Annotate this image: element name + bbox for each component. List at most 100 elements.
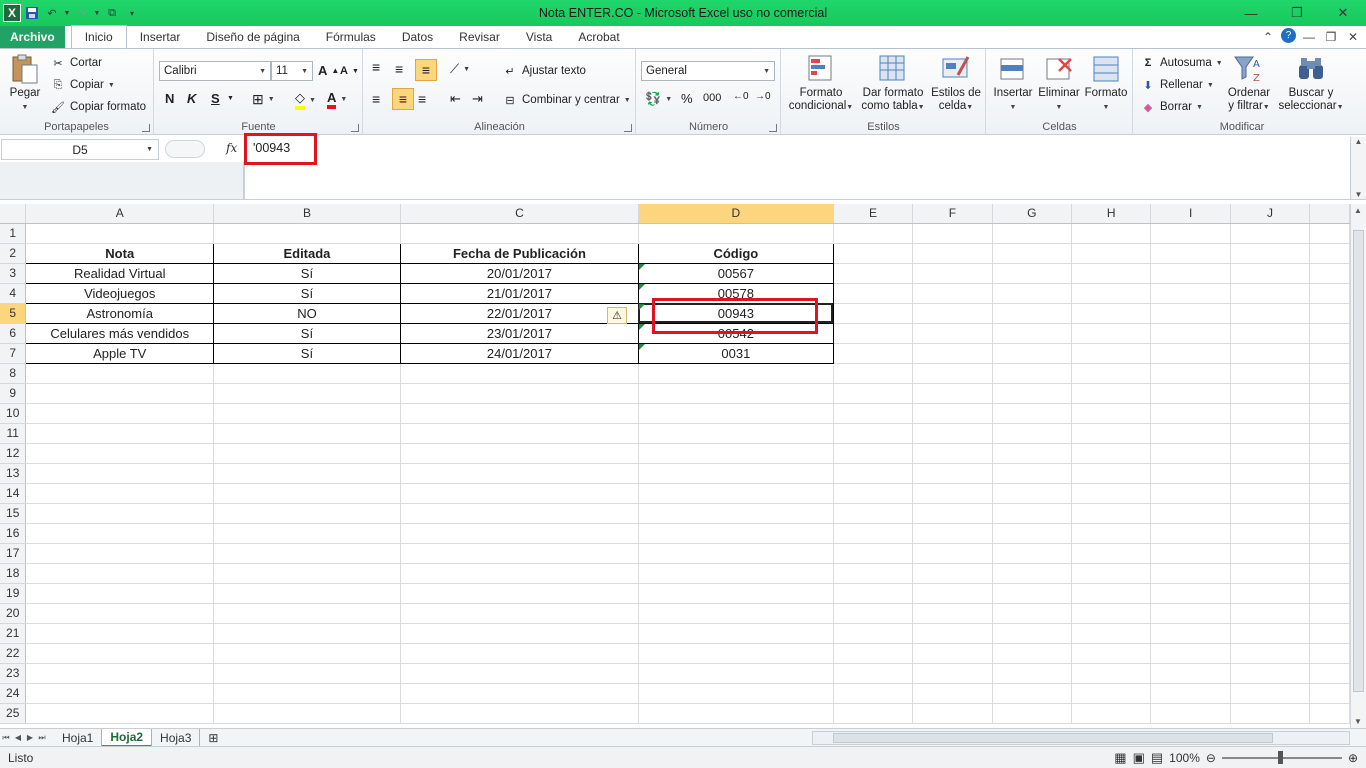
row-header-7[interactable]: 7 <box>0 343 27 364</box>
cell-e23[interactable] <box>833 663 914 684</box>
cell-c12[interactable] <box>400 443 639 464</box>
align-center-icon[interactable]: ≡ <box>392 88 414 110</box>
zoom-level[interactable]: 100% <box>1169 751 1200 765</box>
font-size-select[interactable]: 11 ▼ <box>271 61 313 81</box>
cell-b17[interactable] <box>213 543 401 564</box>
cell-h3[interactable] <box>1071 263 1152 284</box>
tab-datos[interactable]: Datos <box>389 26 446 48</box>
scroll-up-arrow-icon[interactable]: ▲ <box>1354 206 1362 215</box>
horizontal-scrollbar[interactable] <box>812 731 1350 745</box>
cell-c21[interactable] <box>400 623 639 644</box>
cell-d8[interactable] <box>638 363 834 384</box>
cell-j2[interactable] <box>1230 243 1311 264</box>
cell-c23[interactable] <box>400 663 639 684</box>
cell-h9[interactable] <box>1071 383 1152 404</box>
cell-i8[interactable] <box>1150 363 1231 384</box>
cell-c10[interactable] <box>400 403 639 424</box>
row-header-6[interactable]: 6 <box>0 323 27 344</box>
font-name-select[interactable]: Calibri ▼ <box>159 61 271 81</box>
tab-revisar[interactable]: Revisar <box>446 26 513 48</box>
cell-g14[interactable] <box>992 483 1073 504</box>
tab-acrobat[interactable]: Acrobat <box>565 26 632 48</box>
cell-i21[interactable] <box>1150 623 1231 644</box>
cell-f8[interactable] <box>912 363 993 384</box>
cell-a23[interactable] <box>25 663 215 684</box>
cell-d5[interactable]: 00943 <box>637 302 834 324</box>
cell-h22[interactable] <box>1071 643 1152 664</box>
cell-c7[interactable]: 24/01/2017 <box>399 342 639 364</box>
doc-restore-icon[interactable]: ❐ <box>1322 28 1340 46</box>
cell-e14[interactable] <box>833 483 914 504</box>
cell-c16[interactable] <box>400 523 639 544</box>
formula-bar-handle[interactable] <box>165 140 205 158</box>
cell-f14[interactable] <box>912 483 993 504</box>
row-header-10[interactable]: 10 <box>0 403 27 424</box>
cell-d22[interactable] <box>638 643 834 664</box>
cell-e12[interactable] <box>833 443 914 464</box>
cell-d13[interactable] <box>638 463 834 484</box>
cell-b1[interactable] <box>213 223 401 244</box>
cell-d17[interactable] <box>638 543 834 564</box>
cell-f4[interactable] <box>912 283 993 304</box>
cell-d16[interactable] <box>638 523 834 544</box>
cell-c9[interactable] <box>400 383 639 404</box>
cell-d9[interactable] <box>638 383 834 404</box>
cell-d1[interactable] <box>638 223 834 244</box>
align-middle-icon[interactable]: ≡ <box>395 61 403 77</box>
page-break-view-icon[interactable]: ▤ <box>1151 750 1163 766</box>
fill-color-icon[interactable]: ◇ ▼ <box>295 90 316 110</box>
grow-font-icon[interactable]: A ▲ <box>318 63 339 78</box>
cell-j16[interactable] <box>1230 523 1311 544</box>
cell-i20[interactable] <box>1150 603 1231 624</box>
cell-g23[interactable] <box>992 663 1073 684</box>
cell-h21[interactable] <box>1071 623 1152 644</box>
horizontal-scroll-thumb[interactable] <box>833 733 1273 743</box>
cell-g11[interactable] <box>992 423 1073 444</box>
cell-a19[interactable] <box>25 583 215 604</box>
ordenar-filtrar-button[interactable]: AZ Ordenar y filtrar▼ <box>1222 53 1276 114</box>
cell-e21[interactable] <box>833 623 914 644</box>
cell-b25[interactable] <box>213 703 401 724</box>
cell-d12[interactable] <box>638 443 834 464</box>
tab-formulas[interactable]: Fórmulas <box>313 26 389 48</box>
cell-j23[interactable] <box>1230 663 1311 684</box>
cell-f16[interactable] <box>912 523 993 544</box>
cell-a15[interactable] <box>25 503 215 524</box>
doc-close-icon[interactable]: ✕ <box>1344 28 1362 46</box>
copiar-button[interactable]: ⎘ Copiar ▼ <box>50 77 115 93</box>
cell-e20[interactable] <box>833 603 914 624</box>
column-header-b[interactable]: B <box>213 204 401 224</box>
rellenar-button[interactable]: ⬇ Rellenar ▼ <box>1140 77 1213 93</box>
page-layout-view-icon[interactable]: ▣ <box>1133 750 1145 766</box>
cell-g10[interactable] <box>992 403 1073 424</box>
cell-c17[interactable] <box>400 543 639 564</box>
cell-b5[interactable]: NO <box>213 302 401 324</box>
insertar-celdas-button[interactable]: Insertar ▼ <box>990 53 1036 114</box>
cell-a22[interactable] <box>25 643 215 664</box>
cell-f20[interactable] <box>912 603 993 624</box>
cell-i6[interactable] <box>1150 323 1231 344</box>
cell-c18[interactable] <box>400 563 639 584</box>
cell-f22[interactable] <box>912 643 993 664</box>
cell-f5[interactable] <box>912 303 993 324</box>
cortar-button[interactable]: ✂ Cortar <box>50 55 102 71</box>
cell-c22[interactable] <box>400 643 639 664</box>
row-header-9[interactable]: 9 <box>0 383 27 404</box>
cell-a8[interactable] <box>25 363 215 384</box>
column-header-a[interactable]: A <box>25 204 215 224</box>
cell-h5[interactable] <box>1071 303 1152 324</box>
cell-h4[interactable] <box>1071 283 1152 304</box>
cell-f12[interactable] <box>912 443 993 464</box>
cell-j6[interactable] <box>1230 323 1311 344</box>
cell-d2[interactable]: Código <box>637 242 834 264</box>
cell-c3[interactable]: 20/01/2017 <box>399 262 639 284</box>
ajustar-texto-button[interactable]: ↵ Ajustar texto <box>502 63 586 79</box>
cell-a7[interactable]: Apple TV <box>25 342 215 364</box>
cell-b23[interactable] <box>213 663 401 684</box>
cell-d7[interactable]: 0031 <box>637 342 834 364</box>
zoom-slider[interactable] <box>1221 751 1342 764</box>
row-header-25[interactable]: 25 <box>0 703 27 724</box>
vertical-scrollbar[interactable]: ▲ ▼ <box>1350 204 1366 728</box>
error-warning-icon[interactable]: ⚠ <box>607 307 627 324</box>
cell-j12[interactable] <box>1230 443 1311 464</box>
